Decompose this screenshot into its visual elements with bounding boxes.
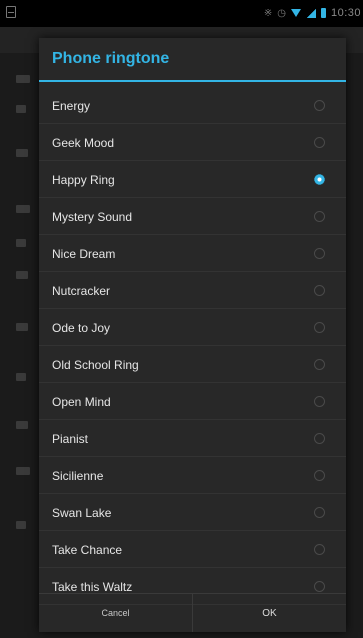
radio-unchecked-icon[interactable]	[314, 581, 325, 592]
radio-unchecked-icon[interactable]	[314, 433, 325, 444]
dialog-header: Phone ringtone	[39, 38, 346, 82]
background-row	[16, 467, 30, 475]
ringtone-item-label: Geek Mood	[52, 136, 115, 150]
dialog-title: Phone ringtone	[52, 50, 170, 67]
sim-icon	[6, 6, 16, 18]
radio-unchecked-icon[interactable]	[314, 470, 325, 481]
ringtone-item-label: Swan Lake	[52, 506, 112, 520]
ringtone-item[interactable]: Take Chance	[39, 531, 346, 568]
background-row	[16, 323, 28, 331]
background-row	[16, 105, 26, 113]
status-bar: ※ ◷ 10:30	[0, 0, 363, 27]
ringtone-item-label: Ode to Joy	[52, 321, 111, 335]
ok-button[interactable]: OK	[193, 594, 346, 632]
ringtone-item-label: Open Mind	[52, 395, 111, 409]
ringtone-item[interactable]: Happy Ring	[39, 161, 346, 198]
background-row	[16, 75, 30, 83]
ringtone-item-label: Energy	[52, 99, 91, 113]
ringtone-item[interactable]: Open Mind	[39, 383, 346, 420]
background-row	[16, 239, 26, 247]
status-time: 10:30	[330, 7, 361, 19]
ringtone-item[interactable]: Pianist	[39, 420, 346, 457]
dialog-button-bar: Cancel OK	[39, 593, 346, 632]
radio-unchecked-icon[interactable]	[314, 285, 325, 296]
radio-unchecked-icon[interactable]	[314, 248, 325, 259]
radio-unchecked-icon[interactable]	[314, 544, 325, 555]
ringtone-item[interactable]: Ode to Joy	[39, 309, 346, 346]
ringtone-item[interactable]: Sicilienne	[39, 457, 346, 494]
radio-unchecked-icon[interactable]	[314, 137, 325, 148]
ringtone-item-label: Take Chance	[52, 543, 123, 557]
background-row	[16, 521, 26, 529]
ringtone-item-label: Sicilienne	[52, 469, 104, 483]
ringtone-item-label: Old School Ring	[52, 358, 139, 372]
background-row	[16, 205, 30, 213]
ringtone-item-label: Take this Waltz	[52, 580, 133, 594]
cancel-button[interactable]: Cancel	[39, 594, 193, 632]
battery-icon	[320, 8, 326, 18]
radio-unchecked-icon[interactable]	[314, 211, 325, 222]
ringtone-item[interactable]: Geek Mood	[39, 124, 346, 161]
ringtone-item-label: Nutcracker	[52, 284, 111, 298]
alarm-icon: ◷	[277, 7, 286, 19]
ringtone-item[interactable]: Swan Lake	[39, 494, 346, 531]
background-row	[16, 149, 28, 157]
background-row	[16, 271, 28, 279]
radio-unchecked-icon[interactable]	[314, 322, 325, 333]
ringtone-item[interactable]: Mystery Sound	[39, 198, 346, 235]
background-row	[16, 421, 28, 429]
ringtone-item-label: Nice Dream	[52, 247, 116, 261]
radio-unchecked-icon[interactable]	[314, 507, 325, 518]
ringtone-item-label: Happy Ring	[52, 173, 115, 187]
ringtone-item-label: Pianist	[52, 432, 89, 446]
radio-unchecked-icon[interactable]	[314, 359, 325, 370]
radio-checked-icon[interactable]	[314, 174, 325, 185]
background-row	[16, 373, 26, 381]
status-icons: ※ ◷ 10:30	[264, 7, 361, 19]
ringtone-item[interactable]: Nutcracker	[39, 272, 346, 309]
ringtone-item-label: Mystery Sound	[52, 210, 133, 224]
ringtone-item[interactable]: Nice Dream	[39, 235, 346, 272]
wifi-icon	[290, 9, 301, 17]
ringtone-item[interactable]: Energy	[39, 87, 346, 124]
ringtone-list[interactable]: Energy Geek Mood Happy Ring Mystery Sound Ni…	[39, 87, 346, 605]
ringtone-item[interactable]: Old School Ring	[39, 346, 346, 383]
signal-icon	[305, 8, 316, 18]
radio-unchecked-icon[interactable]	[314, 396, 325, 407]
bluetooth-icon: ※	[263, 7, 273, 19]
ringtone-dialog: Phone ringtone Energy Geek Mood Happy Ring…	[39, 38, 346, 632]
radio-unchecked-icon[interactable]	[314, 100, 325, 111]
screen: ※ ◷ 10:30 Phone ringtone Energy Geek Mood…	[0, 0, 363, 638]
